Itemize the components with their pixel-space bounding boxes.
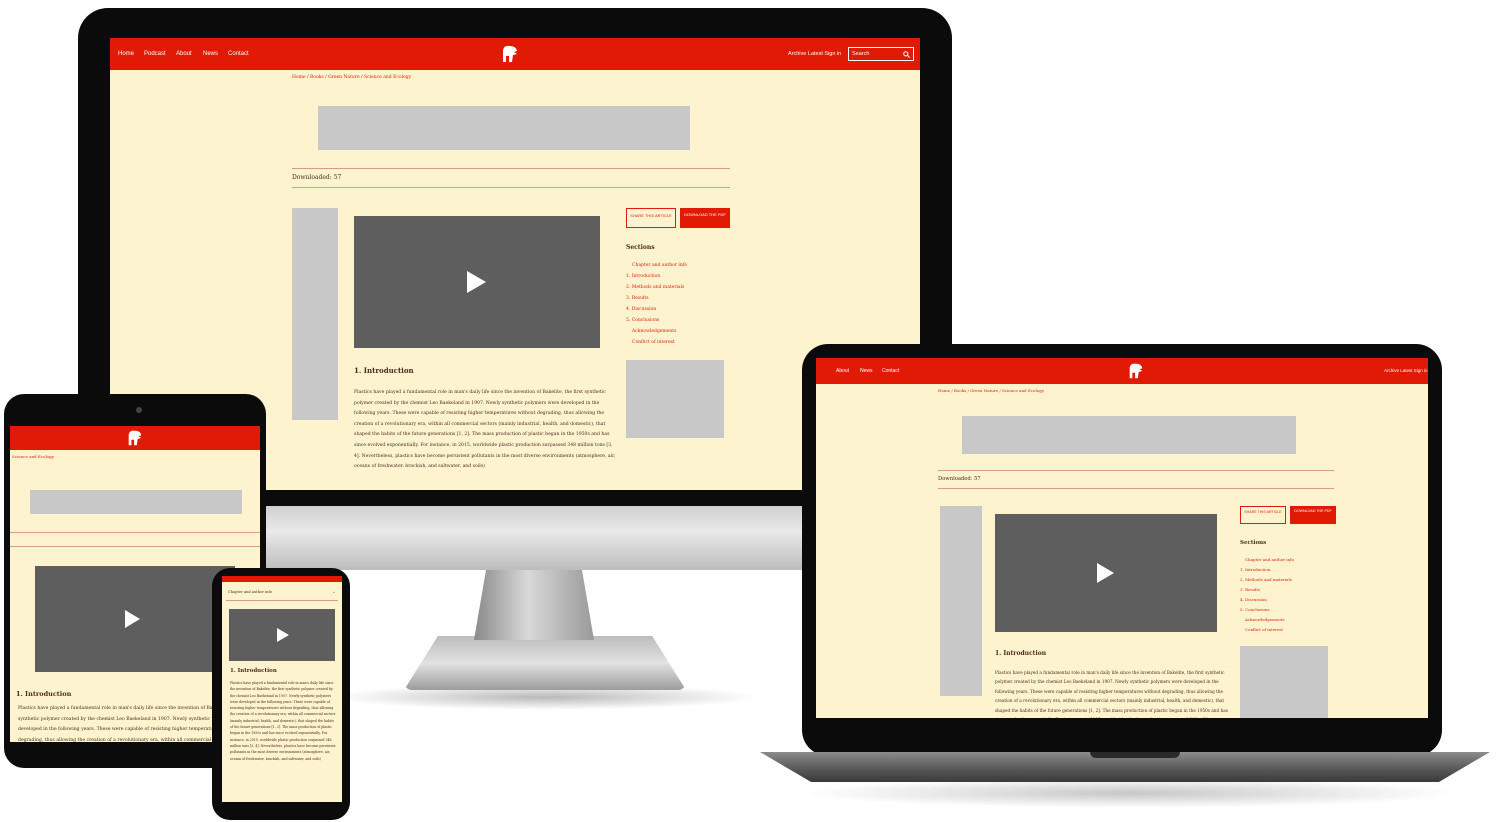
play-icon[interactable] — [1097, 563, 1114, 583]
section-link[interactable]: 3. Results — [1240, 587, 1260, 592]
article-heading: 1. Introduction — [995, 650, 1047, 657]
share-button-label: SHARE THIS ARTICLE — [1244, 510, 1282, 514]
section-link[interactable]: Conflict of interest — [1245, 627, 1283, 632]
article-paragraph: Plastics have played a fundamental role … — [995, 670, 1228, 718]
nav-home[interactable]: Home — [118, 51, 134, 57]
search-box[interactable]: Search — [848, 47, 914, 61]
divider — [938, 488, 1334, 489]
logo-icon[interactable] — [1127, 362, 1145, 380]
monitor-stand-neck — [474, 570, 594, 640]
sections-heading: Sections — [1240, 540, 1267, 546]
divider — [10, 532, 260, 533]
ad-placeholder — [626, 360, 724, 438]
nav-right-links[interactable]: Archive Latest Sign in — [788, 51, 841, 57]
article-paragraph: Plastics have played a fundamental role … — [354, 390, 616, 470]
tablet-navbar — [10, 426, 260, 450]
video-player[interactable] — [229, 609, 335, 661]
section-link[interactable]: Chapter and author info — [632, 263, 687, 268]
section-link[interactable]: 1. Introduction — [1240, 567, 1270, 572]
banner-placeholder — [962, 416, 1296, 454]
section-link[interactable]: 5. Conclusions — [626, 318, 659, 323]
search-icon[interactable] — [903, 51, 910, 58]
downloaded-count: Downloaded: 57 — [292, 174, 342, 181]
section-link[interactable]: 1. Introduction — [626, 274, 660, 279]
laptop-notch — [1090, 752, 1180, 758]
share-button[interactable]: SHARE THIS ARTICLE — [626, 208, 676, 228]
banner-placeholder — [30, 490, 242, 514]
search-input[interactable]: Search — [852, 51, 869, 57]
download-pdf-button[interactable]: DOWNLOAD THE PDF — [1290, 506, 1336, 524]
breadcrumb[interactable]: Science and Ecology — [12, 454, 54, 459]
section-link[interactable]: Conflict of interest — [632, 340, 675, 345]
nav-right-links[interactable]: Archive Latest Sign in — [1384, 368, 1428, 373]
play-icon[interactable] — [467, 271, 486, 293]
nav-news[interactable]: News — [203, 51, 218, 57]
play-icon[interactable] — [125, 610, 140, 628]
section-link[interactable]: Acknowledgements — [632, 329, 676, 334]
video-player[interactable] — [354, 216, 600, 348]
chevron-down-icon[interactable]: ⌄ — [332, 589, 336, 595]
section-link[interactable]: 3. Results — [626, 296, 649, 301]
divider — [10, 546, 260, 547]
ad-placeholder — [1240, 646, 1328, 718]
downloaded-count: Downloaded: 57 — [938, 476, 981, 482]
section-link[interactable]: 4. Discussion — [626, 307, 656, 312]
banner-placeholder — [318, 106, 690, 150]
share-button[interactable]: SHARE THIS ARTICLE — [1240, 506, 1286, 524]
video-player[interactable] — [35, 566, 235, 672]
article-paragraph: Plastics have played a fundamental role … — [230, 681, 336, 761]
book-cover-placeholder — [292, 208, 338, 420]
section-link[interactable]: 5. Conclusions — [1240, 607, 1270, 612]
logo-icon[interactable] — [500, 44, 520, 64]
download-pdf-button[interactable]: DOWNLOAD THE PDF — [680, 208, 730, 228]
divider — [292, 168, 730, 169]
desktop-navbar: Home Podcast About News Contact Archive … — [110, 38, 920, 70]
phone-section-dropdown[interactable]: Chapter and author info — [228, 590, 272, 594]
download-button-label: DOWNLOAD THE PDF — [684, 212, 726, 217]
download-button-label: DOWNLOAD THE PDF — [1294, 509, 1332, 513]
share-button-label: SHARE THIS ARTICLE — [630, 213, 672, 218]
divider — [938, 470, 1334, 471]
laptop-navbar: About News Contact Archive Latest Sign i… — [816, 358, 1428, 384]
article-heading: 1. Introduction — [16, 690, 72, 698]
article-heading: 1. Introduction — [230, 668, 277, 674]
nav-about[interactable]: About — [176, 51, 192, 57]
section-link[interactable]: Acknowledgements — [1245, 617, 1285, 622]
laptop-shadow — [800, 778, 1460, 808]
nav-podcast[interactable]: Podcast — [144, 51, 166, 57]
divider — [292, 187, 730, 188]
phone-screen: Chapter and author info ⌄ 1. Introductio… — [222, 576, 342, 802]
monitor-stand-base — [404, 636, 686, 690]
sections-heading: Sections — [626, 244, 655, 251]
nav-news[interactable]: News — [860, 368, 873, 374]
article-heading: 1. Introduction — [354, 366, 414, 375]
breadcrumb[interactable]: Home / Books / Green Nature / Science an… — [938, 388, 1044, 393]
section-link[interactable]: 2. Methods and materials — [626, 285, 684, 290]
breadcrumb[interactable]: Home / Books / Green Nature / Science an… — [292, 75, 411, 80]
book-cover-placeholder — [940, 506, 982, 696]
video-player[interactable] — [995, 514, 1217, 632]
phone-navbar — [222, 576, 342, 582]
section-link[interactable]: 2. Methods and materials — [1240, 577, 1292, 582]
section-link[interactable]: 4. Discussion — [1240, 597, 1267, 602]
nav-contact[interactable]: Contact — [228, 51, 249, 57]
section-link[interactable]: Chapter and author info — [1245, 557, 1294, 562]
laptop-screen: About News Contact Archive Latest Sign i… — [816, 358, 1428, 718]
nav-contact[interactable]: Contact — [882, 368, 899, 374]
divider — [226, 600, 338, 601]
nav-about[interactable]: About — [836, 368, 849, 374]
logo-icon[interactable] — [126, 429, 144, 447]
play-icon[interactable] — [277, 628, 289, 642]
tablet-camera — [136, 407, 142, 413]
